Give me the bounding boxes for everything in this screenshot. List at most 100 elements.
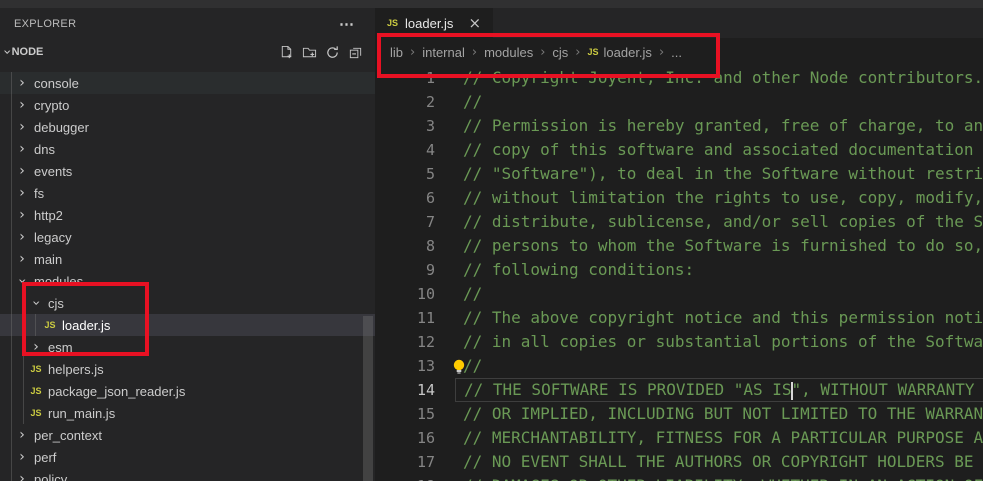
line-number: 18: [375, 474, 435, 481]
file-tree: ›console›crypto›debugger›dns›events›fs›h…: [0, 72, 375, 481]
chevron-right-icon: ›: [14, 207, 30, 223]
chevron-right-icon: ›: [14, 471, 30, 481]
js-file-icon: JS: [387, 18, 398, 28]
breadcrumb-item-modules[interactable]: modules: [484, 45, 533, 60]
indent-guide: [23, 292, 24, 424]
line-content: // The above copyright notice and this p…: [455, 306, 983, 330]
breadcrumb-separator: ›: [410, 45, 415, 60]
chevron-right-icon: ›: [14, 163, 30, 179]
code-line-5[interactable]: 5// "Software"), to deal in the Software…: [375, 162, 983, 186]
collapse-all-icon[interactable]: [347, 44, 363, 60]
tree-item-perf[interactable]: › perf: [0, 446, 375, 468]
line-number: 3: [375, 114, 435, 138]
tree-item-main[interactable]: › main: [0, 248, 375, 270]
line-content: // persons to whom the Software is furni…: [455, 234, 983, 258]
new-file-icon[interactable]: [278, 44, 294, 60]
tree-item-label: console: [34, 76, 79, 91]
line-number: 4: [375, 138, 435, 162]
tab-loader-js[interactable]: JS loader.js ×: [375, 8, 493, 38]
line-number: 16: [375, 426, 435, 450]
breadcrumb-item-lib[interactable]: lib: [390, 45, 403, 60]
tree-item-label: cjs: [48, 296, 64, 311]
code-line-4[interactable]: 4 // copy of this software and associated…: [375, 138, 983, 162]
breadcrumb-label: lib: [390, 45, 403, 60]
tree-item-run-main-js[interactable]: JSrun_main.js: [0, 402, 375, 424]
code-line-8[interactable]: 8// persons to whom the Software is furn…: [375, 234, 983, 258]
breadcrumb-item-cjs[interactable]: cjs: [552, 45, 568, 60]
chevron-down-icon: ›: [28, 295, 44, 311]
tree-item-http2[interactable]: ›http2: [0, 204, 375, 226]
code-line-11[interactable]: 11// The above copyright notice and this…: [375, 306, 983, 330]
tree-item-package-json-reader-js[interactable]: JS package_json_reader.js: [0, 380, 375, 402]
line-number: 2: [375, 90, 435, 114]
tree-item-console[interactable]: ›console: [0, 72, 375, 94]
breadcrumb-item-internal[interactable]: internal: [422, 45, 465, 60]
line-content: // THE SOFTWARE IS PROVIDED "AS IS", WIT…: [455, 378, 983, 402]
node-section-title: NODE: [12, 46, 44, 58]
tree-item-modules[interactable]: ›modules: [0, 270, 375, 292]
js-file-icon: JS: [28, 361, 44, 377]
chevron-right-icon: ›: [14, 427, 30, 443]
title-bar: [0, 0, 983, 8]
tree-item-crypto[interactable]: ›crypto: [0, 94, 375, 116]
code-line-10[interactable]: 10//: [375, 282, 983, 306]
js-file-icon: JS: [588, 47, 599, 57]
tree-item-label: per_context: [34, 428, 102, 443]
code-line-1[interactable]: 1// Copyright Joyent, Inc. and other Nod…: [375, 66, 983, 90]
code-line-15[interactable]: 15// OR IMPLIED, INCLUDING BUT NOT LIMIT…: [375, 402, 983, 426]
new-folder-icon[interactable]: [301, 44, 317, 60]
breadcrumb-label: loader.js: [604, 45, 652, 60]
code-line-13[interactable]: 13//: [375, 354, 983, 378]
explorer-scrollbar-thumb[interactable]: [363, 316, 373, 481]
tree-item-label: main: [34, 252, 62, 267]
chevron-down-icon: ›: [0, 49, 14, 55]
line-content: // copy of this software and associated …: [455, 138, 983, 162]
tree-item-esm[interactable]: ›esm: [0, 336, 375, 358]
code-line-14[interactable]: 14// THE SOFTWARE IS PROVIDED "AS IS", W…: [375, 378, 983, 402]
more-actions-icon[interactable]: ⋯: [339, 15, 355, 33]
workbench: EXPLORER ⋯ › NODE: [0, 8, 983, 481]
tree-item-events[interactable]: ›events: [0, 160, 375, 182]
lightbulb-icon[interactable]: [452, 358, 466, 374]
tree-item-helpers-js[interactable]: JS helpers.js: [0, 358, 375, 380]
code-editor[interactable]: 1// Copyright Joyent, Inc. and other Nod…: [375, 66, 983, 481]
tree-item-dns[interactable]: ›dns: [0, 138, 375, 160]
code-line-12[interactable]: 12// in all copies or substantial portio…: [375, 330, 983, 354]
refresh-icon[interactable]: [324, 44, 340, 60]
tree-item-label: perf: [34, 450, 56, 465]
code-line-9[interactable]: 9// following conditions:: [375, 258, 983, 282]
tree-item-legacy[interactable]: ›legacy: [0, 226, 375, 248]
code-line-17[interactable]: 17// NO EVENT SHALL THE AUTHORS OR COPYR…: [375, 450, 983, 474]
code-line-2[interactable]: 2//: [375, 90, 983, 114]
line-content: // without limitation the rights to use,…: [455, 186, 983, 210]
line-content: // OR IMPLIED, INCLUDING BUT NOT LIMITED…: [455, 402, 983, 426]
code-line-6[interactable]: 6// without limitation the rights to use…: [375, 186, 983, 210]
tree-item-label: loader.js: [62, 318, 110, 333]
code-line-3[interactable]: 3// Permission is hereby granted, free o…: [375, 114, 983, 138]
chevron-right-icon: ›: [14, 449, 30, 465]
tree-item-policy[interactable]: ›policy: [0, 468, 375, 481]
tree-item-label: package_json_reader.js: [48, 384, 185, 399]
chevron-right-icon: ›: [14, 251, 30, 267]
tree-item-label: dns: [34, 142, 55, 157]
code-line-18[interactable]: 18// DAMAGES OR OTHER LIABILITY, WHETHER…: [375, 474, 983, 481]
tree-item-label: legacy: [34, 230, 72, 245]
tree-item-cjs[interactable]: › cjs: [0, 292, 375, 314]
close-icon[interactable]: ×: [468, 14, 481, 32]
js-file-icon: JS: [28, 383, 44, 399]
tree-item-label: run_main.js: [48, 406, 115, 421]
tree-item-loader-js[interactable]: JSloader.js: [0, 314, 375, 336]
breadcrumb-item-loader-js[interactable]: JS loader.js: [588, 45, 652, 60]
line-content: //: [455, 354, 983, 378]
code-line-7[interactable]: 7// distribute, sublicense, and/or sell …: [375, 210, 983, 234]
tree-item-fs[interactable]: ›fs: [0, 182, 375, 204]
code-line-16[interactable]: 16// MERCHANTABILITY, FITNESS FOR A PART…: [375, 426, 983, 450]
tree-item-debugger[interactable]: ›debugger: [0, 116, 375, 138]
breadcrumb-item--[interactable]: ...: [671, 45, 682, 60]
tree-item-label: helpers.js: [48, 362, 104, 377]
line-content: // in all copies or substantial portions…: [455, 330, 983, 354]
tree-item-per-context[interactable]: › per_context: [0, 424, 375, 446]
editor-group: JS loader.js × lib›internal›modules›cjs›…: [375, 8, 983, 481]
breadcrumb-label: internal: [422, 45, 465, 60]
node-section-header[interactable]: › NODE: [0, 40, 375, 64]
